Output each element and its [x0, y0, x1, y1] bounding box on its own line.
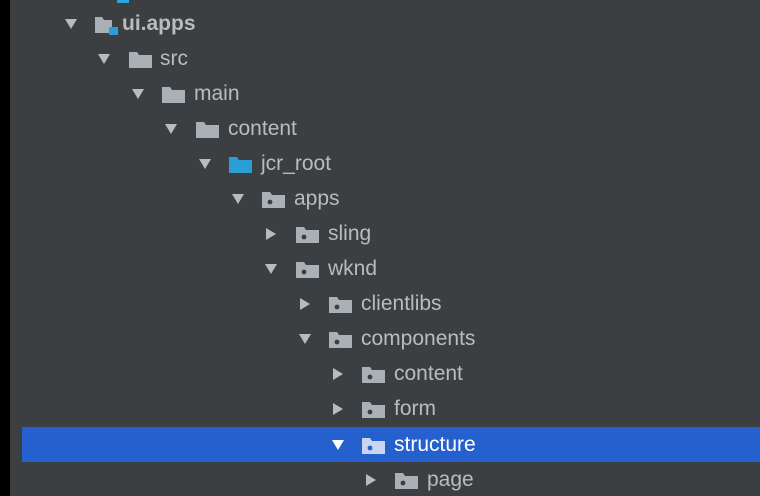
tree-row-label: form	[394, 397, 436, 420]
tree-row-jcr-root[interactable]: jcr_root	[10, 146, 760, 181]
tree-row-sling[interactable]: sling	[10, 216, 760, 251]
tree-row-components-content[interactable]: content	[10, 356, 760, 391]
triangle-right-icon[interactable]	[329, 365, 347, 383]
tree-row-label: structure	[394, 433, 476, 456]
module-folder-icon	[94, 15, 120, 35]
tree-row-label: content	[394, 362, 463, 385]
package-folder-icon	[361, 436, 387, 454]
package-folder-icon	[361, 365, 387, 383]
triangle-right-icon[interactable]	[296, 295, 314, 313]
tree-row-label: src	[160, 47, 188, 70]
triangle-right-icon[interactable]	[329, 400, 347, 418]
triangle-down-icon[interactable]	[329, 436, 347, 454]
tree-row-main[interactable]: main	[10, 76, 760, 111]
tree-row-src[interactable]: src	[10, 41, 760, 76]
left-gutter	[0, 0, 10, 496]
source-root-folder-icon	[228, 155, 254, 173]
folder-icon	[195, 120, 221, 138]
package-folder-icon	[328, 295, 354, 313]
triangle-down-icon[interactable]	[95, 50, 113, 68]
tree-row-label: wknd	[328, 257, 378, 280]
triangle-down-icon[interactable]	[262, 260, 280, 278]
tree-row-label: page	[427, 468, 474, 491]
package-folder-icon	[295, 225, 321, 243]
package-folder-icon	[361, 400, 387, 418]
tree-row-form[interactable]: form	[10, 391, 760, 426]
triangle-down-icon[interactable]	[196, 155, 214, 173]
triangle-down-icon[interactable]	[229, 190, 247, 208]
tree-row-apps[interactable]: apps	[10, 181, 760, 216]
tree-row-label: content	[228, 117, 297, 140]
triangle-down-icon[interactable]	[62, 15, 80, 33]
tree-row-structure[interactable]: structure	[22, 427, 760, 462]
tree-row-label: ui.apps	[122, 12, 196, 35]
folder-icon	[161, 85, 187, 103]
package-folder-icon	[328, 330, 354, 348]
package-folder-icon	[295, 260, 321, 278]
module-indicator	[117, 0, 129, 3]
triangle-down-icon[interactable]	[296, 330, 314, 348]
tree-row-label: main	[194, 82, 240, 105]
tree-row-components[interactable]: components	[10, 321, 760, 356]
triangle-right-icon[interactable]	[362, 471, 380, 489]
tree-row-ui-apps[interactable]: ui.apps	[10, 6, 760, 41]
tree-row-wknd[interactable]: wknd	[10, 251, 760, 286]
tree-row-label: clientlibs	[361, 292, 442, 315]
triangle-right-icon[interactable]	[262, 225, 280, 243]
tree-row-page[interactable]: page	[10, 462, 760, 496]
tree-row-label: components	[361, 327, 476, 350]
tree-row-content[interactable]: content	[10, 111, 760, 146]
project-tree-panel: ui.apps src main content jcr_root apps s…	[10, 0, 760, 496]
triangle-down-icon[interactable]	[162, 120, 180, 138]
triangle-down-icon[interactable]	[129, 85, 147, 103]
folder-icon	[128, 50, 154, 68]
tree-row-clientlibs[interactable]: clientlibs	[10, 286, 760, 321]
tree-row-label: jcr_root	[261, 152, 332, 175]
tree-row-label: sling	[328, 222, 372, 245]
package-folder-icon	[394, 471, 420, 489]
tree-row-label: apps	[294, 187, 340, 210]
package-folder-icon	[261, 190, 287, 208]
